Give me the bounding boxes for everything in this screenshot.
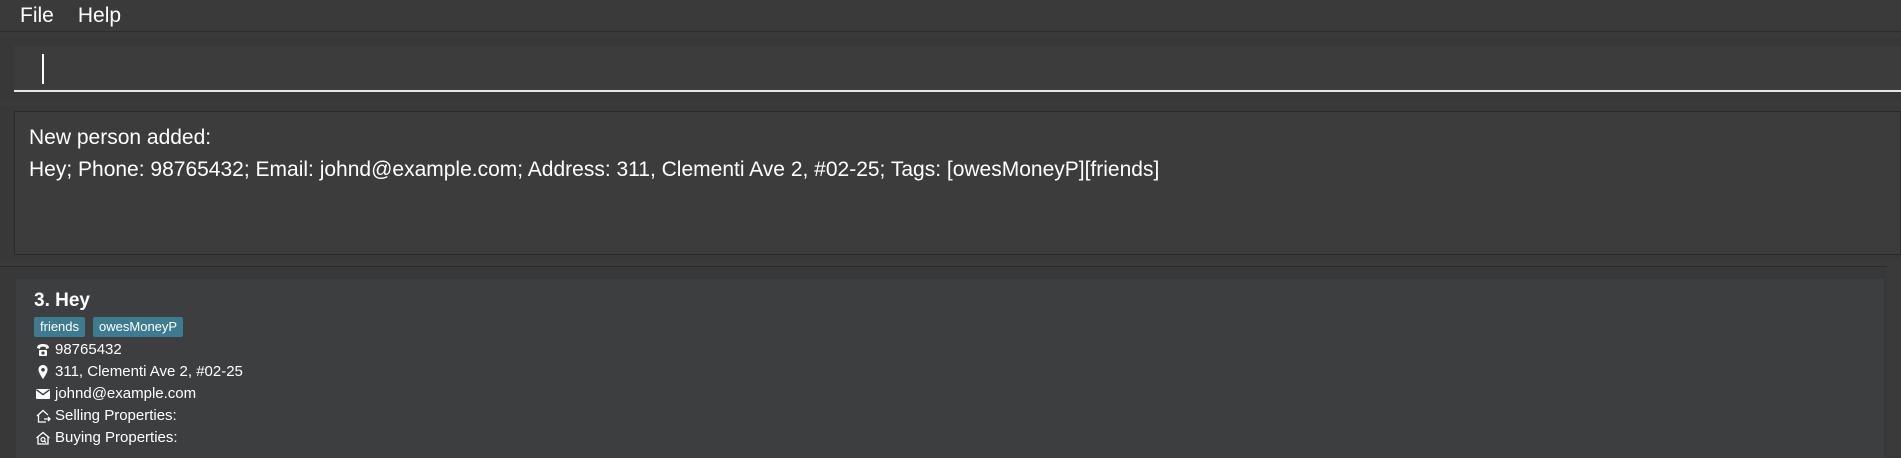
result-display-panel: New person added: Hey; Phone: 98765432; … (0, 106, 1901, 260)
command-input[interactable] (14, 46, 1901, 90)
house-out-icon (34, 407, 52, 425)
email-value: johnd@example.com (55, 385, 197, 402)
selling-properties-field: Selling Properties: (34, 405, 1866, 427)
phone-field: 98765432 (34, 339, 1866, 361)
buying-properties-label: Buying Properties: (55, 429, 178, 446)
menu-bar: File Help (0, 0, 1901, 32)
command-box-panel (0, 38, 1901, 100)
selling-properties-label: Selling Properties: (55, 407, 177, 424)
menu-help[interactable]: Help (78, 0, 121, 32)
tag-list: friends owesMoneyP (34, 317, 1866, 337)
house-search-icon (34, 429, 52, 447)
person-list-scrollbar[interactable] (1887, 266, 1901, 457)
tag-friends: friends (34, 317, 86, 337)
person-name: 3. Hey (34, 290, 90, 311)
result-display: New person added: Hey; Phone: 98765432; … (14, 111, 1901, 255)
tag-owesmoneyp: owesMoneyP (93, 317, 184, 337)
email-field: johnd@example.com (34, 383, 1866, 405)
buying-properties-field: Buying Properties: (34, 427, 1866, 449)
mail-icon (34, 385, 52, 403)
person-card[interactable]: 3. Hey friends owesMoneyP 98765432 311, … (16, 279, 1884, 458)
phone-icon (34, 341, 52, 359)
text-caret (42, 54, 44, 84)
person-list-panel: 3. Hey friends owesMoneyP 98765432 311, … (0, 266, 1901, 458)
address-field: 311, Clementi Ave 2, #02-25 (34, 361, 1866, 383)
menu-file[interactable]: File (20, 0, 54, 32)
phone-value: 98765432 (55, 341, 122, 358)
location-pin-icon (34, 363, 52, 381)
command-box (14, 46, 1901, 92)
address-value: 311, Clementi Ave 2, #02-25 (55, 363, 243, 380)
